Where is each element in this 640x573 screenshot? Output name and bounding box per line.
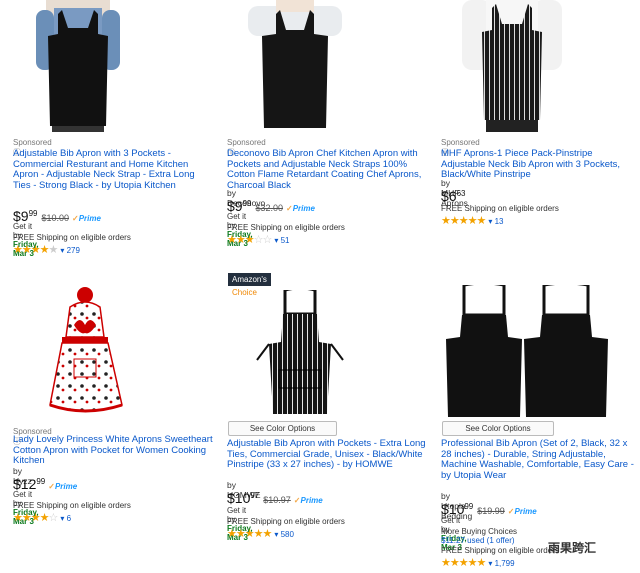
product-title-link[interactable]: Professional Bib Apron (Set of 2, Black,… — [441, 438, 637, 481]
amazons-choice-badge: Amazon's Choice — [228, 273, 271, 297]
product-image-1[interactable] — [28, 0, 128, 132]
product-image-4[interactable] — [30, 285, 140, 420]
rating[interactable]: ★★★★☆ ▾ 6 — [13, 511, 71, 524]
more-buying-choices: More Buying Choices — [441, 527, 518, 536]
watermark-text: 雨果跨汇 — [548, 541, 597, 555]
used-offer-link[interactable]: $11.27 used (1 offer) — [441, 536, 515, 545]
product-image-3[interactable] — [462, 0, 562, 132]
star-rating-icon: ★★★★★ — [441, 215, 486, 227]
star-rating-icon: ★★★★★ — [227, 528, 272, 540]
product-title-link[interactable]: Deconovo Bib Apron Chef Kitchen Apron wi… — [227, 148, 427, 191]
review-count-link[interactable]: ▾ 13 — [488, 217, 503, 226]
list-price: $10.00 — [41, 213, 70, 223]
rating[interactable]: ★★★★★ ▾ 279 — [13, 243, 80, 256]
prime-badge: ✓Prime — [48, 482, 78, 491]
review-count-link[interactable]: ▾ 6 — [60, 514, 71, 523]
see-color-options-button[interactable]: See Color Options — [228, 421, 337, 436]
shipping-info: FREE Shipping on eligible orders — [227, 223, 345, 232]
shipping-info: FREE Shipping on eligible orders — [227, 517, 345, 526]
price: $663 — [441, 188, 466, 204]
rating[interactable]: ★★★★★ ▾ 1,799 — [441, 556, 515, 569]
review-count-link[interactable]: ▾ 51 — [274, 236, 289, 245]
product-title-link[interactable]: Adjustable Bib Apron with Pockets - Extr… — [227, 438, 427, 471]
star-rating-icon: ★★★★★ — [13, 244, 58, 256]
shipping-info: FREE Shipping on eligible orders — [13, 501, 131, 510]
star-rating-icon: ★★★★☆ — [13, 512, 58, 524]
star-rating-icon: ★★★☆☆ — [227, 234, 272, 246]
product-image-2[interactable] — [240, 0, 350, 132]
price-cents: 99 — [28, 209, 38, 218]
product-title-link[interactable]: MHF Aprons-1 Piece Pack-Pinstripe Adjust… — [441, 148, 633, 181]
rating[interactable]: ★★★☆☆ ▾ 51 — [227, 233, 289, 246]
review-count-link[interactable]: ▾ 279 — [60, 246, 80, 255]
shipping-info: FREE Shipping on eligible orders — [441, 204, 559, 213]
shipping-info: FREE Shipping on eligible orders — [13, 233, 131, 242]
rating[interactable]: ★★★★★ ▾ 13 — [441, 214, 503, 227]
review-count-link[interactable]: ▾ 580 — [274, 530, 294, 539]
price: $1099 $19.99 ✓Prime — [441, 501, 537, 517]
prime-badge: ✓Prime — [293, 496, 323, 505]
product-image-6[interactable] — [442, 285, 632, 420]
product-title-link[interactable]: Adjustable Bib Apron with 3 Pockets - Co… — [13, 148, 213, 191]
see-color-options-button[interactable]: See Color Options — [442, 421, 554, 436]
product-image-5[interactable] — [255, 290, 345, 418]
price: $1097 $10.97 ✓Prime — [227, 490, 323, 506]
review-count-link[interactable]: ▾ 1,799 — [488, 559, 514, 568]
prime-badge: ✓Prime — [286, 204, 315, 213]
shipping-info: FREE Shipping on eligible orders — [441, 546, 559, 555]
star-rating-icon: ★★★★★ — [441, 557, 486, 569]
prime-badge: ✓Prime — [507, 507, 537, 516]
product-title-link[interactable]: Lady Lovely Princess White Aprons Sweeth… — [13, 434, 218, 467]
rating[interactable]: ★★★★★ ▾ 580 — [227, 527, 294, 540]
prime-badge: ✓Prime — [72, 214, 101, 223]
